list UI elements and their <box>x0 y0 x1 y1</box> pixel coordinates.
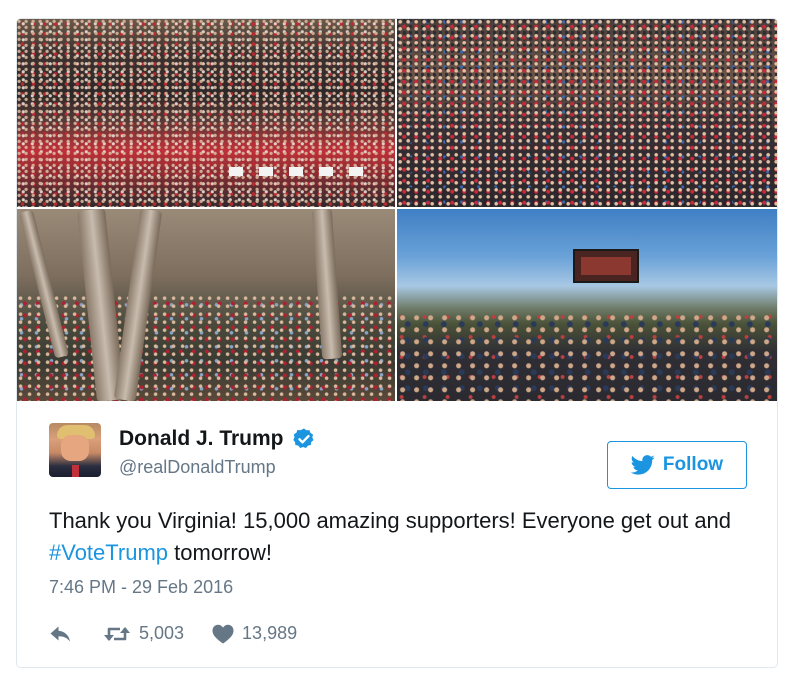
heart-icon <box>212 624 234 643</box>
jumbotron-screen <box>573 249 639 283</box>
retweet-button[interactable]: 5,003 <box>103 623 184 644</box>
follow-button[interactable]: Follow <box>607 441 747 489</box>
twitter-bird-icon <box>630 455 655 475</box>
hashtag-link[interactable]: #VoteTrump <box>49 540 168 565</box>
rally-signs <box>229 167 363 176</box>
retweet-count: 5,003 <box>139 623 185 643</box>
author-handle[interactable]: @realDonaldTrump <box>119 457 276 478</box>
tweet-body: Donald J. Trump @realDonaldTrump Follow … <box>17 401 777 667</box>
tweet-actions: 5,003 13,989 <box>49 623 297 644</box>
avatar[interactable] <box>49 423 101 477</box>
reply-icon <box>50 626 70 641</box>
like-count: 13,989 <box>242 623 298 643</box>
like-button[interactable]: 13,989 <box>212 623 297 644</box>
author-display-name[interactable]: Donald J. Trump <box>119 427 284 451</box>
photo-crowd-trees[interactable] <box>17 209 395 401</box>
tweet-timestamp[interactable]: 7:46 PM - 29 Feb 2016 <box>49 577 233 598</box>
photo-crowd-closeup[interactable] <box>397 19 777 207</box>
media-grid <box>17 19 777 401</box>
photo-crowd-indoor[interactable] <box>17 19 395 207</box>
author-name-row: Donald J. Trump <box>119 427 316 451</box>
retweet-icon <box>104 626 130 641</box>
photo-crowd-outdoor[interactable] <box>397 209 777 401</box>
follow-button-label: Follow <box>662 454 724 475</box>
tweet-text: Thank you Virginia! 15,000 amazing suppo… <box>49 508 732 565</box>
reply-button[interactable] <box>49 624 73 644</box>
verified-badge-icon <box>292 428 314 448</box>
tweet-card: Donald J. Trump @realDonaldTrump Follow … <box>16 18 778 668</box>
